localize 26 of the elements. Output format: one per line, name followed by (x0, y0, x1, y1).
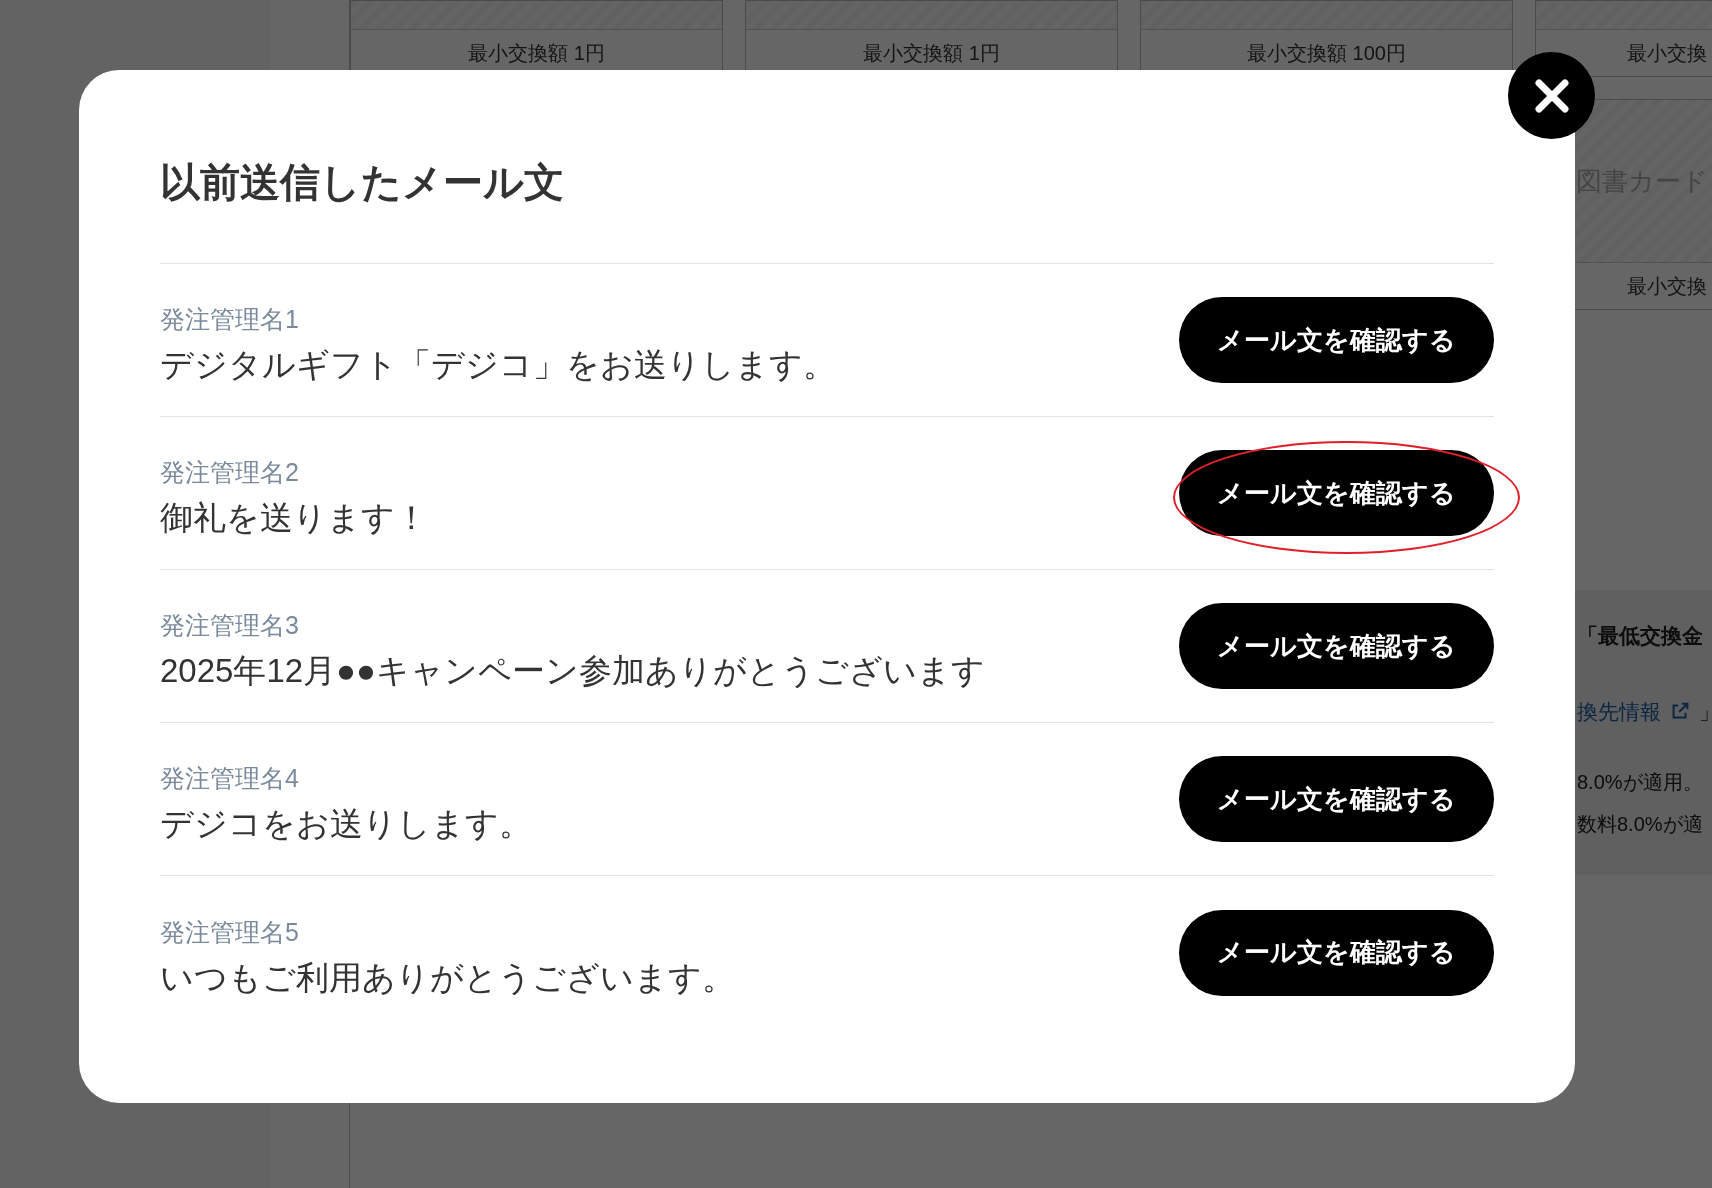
view-email-button[interactable]: メール文を確認する (1179, 297, 1494, 383)
email-subject: デジコをお送りします。 (160, 804, 532, 845)
bracket-text: 」 (1699, 698, 1712, 725)
view-email-button[interactable]: メール文を確認する (1179, 756, 1494, 842)
notice-text: 数料8.0%が適 (1577, 812, 1704, 837)
order-name: 発注管理名5 (160, 916, 300, 947)
card-min-amount: 最小交換 (1627, 274, 1707, 299)
view-email-button[interactable]: メール文を確認する (1179, 450, 1494, 536)
card-min-amount: 最小交換額 100円 (1247, 41, 1406, 66)
email-subject: デジタルギフト「デジコ」をお送りします。 (160, 345, 836, 386)
email-subject: 御礼を送ります！ (160, 498, 428, 539)
view-email-button[interactable]: メール文を確認する (1179, 909, 1494, 996)
email-subject: 2025年12月●●キャンペーン参加ありがとうございます (160, 651, 985, 692)
order-name: 発注管理名1 (160, 304, 300, 335)
order-name: 発注管理名4 (160, 763, 300, 794)
notice-heading: 「最低交換金 (1577, 623, 1704, 649)
card-min-amount: 最小交換額 1円 (468, 41, 605, 66)
order-name: 発注管理名3 (160, 610, 300, 641)
view-email-button[interactable]: メール文を確認する (1179, 603, 1494, 689)
notice-text: 8.0%が適用。 (1577, 770, 1704, 795)
dialog-title: 以前送信したメール文 (160, 159, 565, 206)
email-subject: いつもご利用ありがとうございます。 (160, 957, 735, 998)
card-min-amount: 最小交換額 1円 (863, 41, 1000, 66)
card-min-amount: 最小交換 (1627, 41, 1707, 66)
close-icon (1533, 77, 1570, 114)
order-name: 発注管理名2 (160, 457, 300, 488)
